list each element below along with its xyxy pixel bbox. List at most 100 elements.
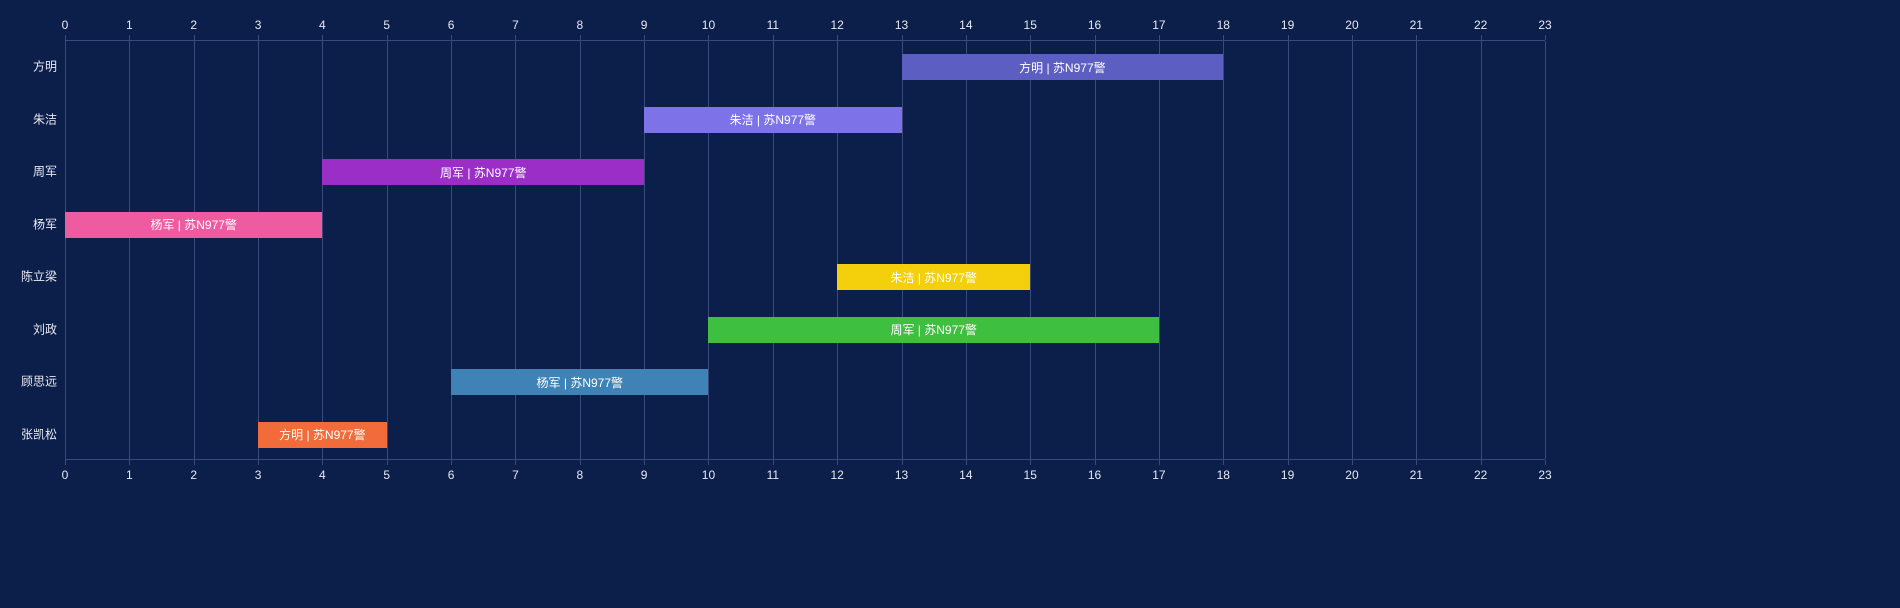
tick-mark — [773, 35, 774, 40]
gantt-bar[interactable]: 杨军 | 苏N977警 — [451, 369, 708, 395]
x-tick-label: 22 — [1474, 468, 1487, 482]
tick-mark — [966, 460, 967, 465]
y-tick-label: 顾思远 — [21, 373, 57, 390]
x-tick-label: 16 — [1088, 18, 1101, 32]
tick-mark — [837, 35, 838, 40]
tick-mark — [194, 460, 195, 465]
tick-mark — [194, 35, 195, 40]
x-axis-bottom: 01234567891011121314151617181920212223 — [65, 468, 1545, 488]
x-tick-label: 19 — [1281, 468, 1294, 482]
x-tick-label: 15 — [1024, 468, 1037, 482]
grid-line — [773, 41, 774, 459]
x-tick-label: 2 — [190, 468, 197, 482]
x-tick-label: 14 — [959, 468, 972, 482]
gantt-bar[interactable]: 周军 | 苏N977警 — [708, 317, 1158, 343]
grid-line — [1288, 41, 1289, 459]
y-tick-label: 张凯松 — [21, 425, 57, 442]
x-tick-label: 11 — [767, 18, 779, 32]
tick-mark — [1288, 460, 1289, 465]
plot-area: 方明 | 苏N977警朱洁 | 苏N977警周军 | 苏N977警杨军 | 苏N… — [65, 40, 1545, 460]
gantt-chart: 01234567891011121314151617181920212223 方… — [0, 0, 1900, 608]
tick-mark — [1223, 460, 1224, 465]
x-tick-label: 18 — [1217, 468, 1230, 482]
x-tick-label: 18 — [1217, 18, 1230, 32]
tick-mark — [1095, 35, 1096, 40]
x-tick-label: 13 — [895, 18, 908, 32]
tick-mark — [902, 460, 903, 465]
x-tick-label: 9 — [641, 18, 648, 32]
tick-mark — [451, 460, 452, 465]
grid-line — [194, 41, 195, 459]
gantt-bar[interactable]: 方明 | 苏N977警 — [902, 54, 1224, 80]
x-tick-label: 23 — [1538, 468, 1551, 482]
y-tick-label: 刘政 — [33, 320, 57, 337]
x-tick-label: 22 — [1474, 18, 1487, 32]
grid-line — [902, 41, 903, 459]
x-tick-label: 2 — [190, 18, 197, 32]
x-tick-label: 23 — [1538, 18, 1551, 32]
tick-mark — [515, 35, 516, 40]
x-tick-label: 20 — [1345, 468, 1358, 482]
tick-mark — [1352, 460, 1353, 465]
tick-mark — [1159, 460, 1160, 465]
x-tick-label: 19 — [1281, 18, 1294, 32]
grid-line — [644, 41, 645, 459]
grid-line — [322, 41, 323, 459]
x-tick-label: 20 — [1345, 18, 1358, 32]
tick-mark — [1223, 35, 1224, 40]
gantt-bar[interactable]: 朱洁 | 苏N977警 — [837, 264, 1030, 290]
tick-mark — [708, 460, 709, 465]
x-tick-label: 13 — [895, 468, 908, 482]
tick-mark — [129, 460, 130, 465]
x-tick-label: 7 — [512, 18, 519, 32]
tick-mark — [644, 35, 645, 40]
y-tick-label: 杨军 — [33, 215, 57, 232]
grid-line — [451, 41, 452, 459]
tick-mark — [387, 460, 388, 465]
tick-mark — [1545, 35, 1546, 40]
grid-line — [1223, 41, 1224, 459]
x-tick-label: 1 — [126, 468, 133, 482]
tick-mark — [129, 35, 130, 40]
tick-mark — [258, 35, 259, 40]
tick-mark — [1416, 460, 1417, 465]
x-tick-label: 8 — [576, 18, 583, 32]
tick-mark — [1159, 35, 1160, 40]
x-tick-label: 7 — [512, 468, 519, 482]
grid-line — [837, 41, 838, 459]
x-tick-label: 12 — [830, 18, 843, 32]
tick-mark — [387, 35, 388, 40]
x-tick-label: 14 — [959, 18, 972, 32]
grid-line — [708, 41, 709, 459]
tick-mark — [322, 460, 323, 465]
tick-mark — [1416, 35, 1417, 40]
x-tick-label: 9 — [641, 468, 648, 482]
x-tick-label: 6 — [448, 18, 455, 32]
gantt-bar[interactable]: 杨军 | 苏N977警 — [65, 212, 322, 238]
y-tick-label: 朱洁 — [33, 110, 57, 127]
x-tick-label: 5 — [383, 18, 390, 32]
tick-mark — [1030, 35, 1031, 40]
tick-mark — [966, 35, 967, 40]
x-tick-label: 16 — [1088, 468, 1101, 482]
gantt-bar[interactable]: 方明 | 苏N977警 — [258, 422, 387, 448]
y-axis: 方明朱洁周军杨军陈立梁刘政顾思远张凯松 — [0, 0, 65, 608]
x-tick-label: 12 — [830, 468, 843, 482]
grid-line — [65, 41, 66, 459]
x-tick-label: 10 — [702, 468, 715, 482]
grid-line — [387, 41, 388, 459]
gantt-bar[interactable]: 朱洁 | 苏N977警 — [644, 107, 901, 133]
grid-line — [580, 41, 581, 459]
x-tick-label: 11 — [767, 468, 779, 482]
tick-mark — [322, 35, 323, 40]
gantt-bar[interactable]: 周军 | 苏N977警 — [322, 159, 644, 185]
tick-mark — [1352, 35, 1353, 40]
x-tick-label: 17 — [1152, 18, 1165, 32]
tick-mark — [515, 460, 516, 465]
grid-line — [1481, 41, 1482, 459]
x-tick-label: 10 — [702, 18, 715, 32]
tick-mark — [1095, 460, 1096, 465]
tick-mark — [837, 460, 838, 465]
x-tick-label: 17 — [1152, 468, 1165, 482]
tick-mark — [773, 460, 774, 465]
